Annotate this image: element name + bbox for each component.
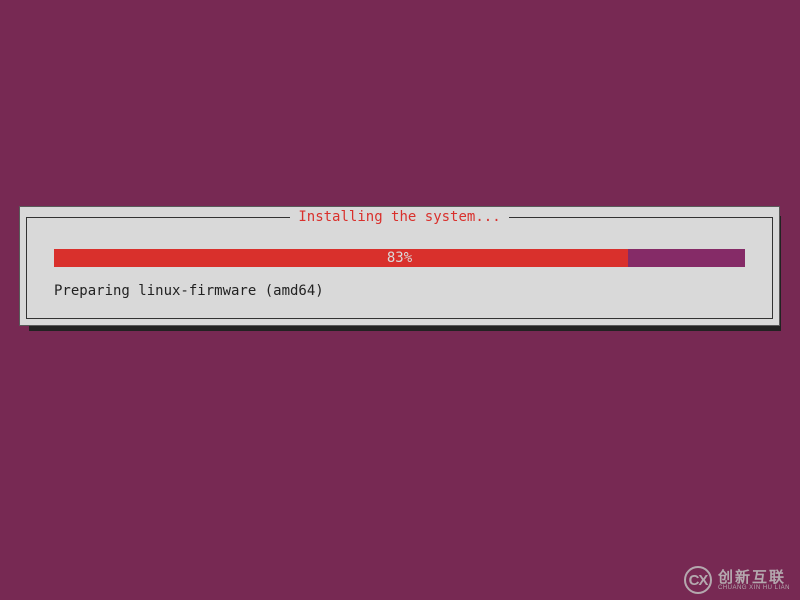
dialog-title-wrap: Installing the system... bbox=[20, 210, 779, 224]
watermark-main: 创新互联 bbox=[718, 570, 790, 585]
status-text: Preparing linux-firmware (amd64) bbox=[54, 283, 324, 299]
dialog-border bbox=[26, 217, 773, 319]
watermark-text: 创新互联 CHUANG XIN HU LIAN bbox=[718, 570, 790, 591]
progress-bar: 83% bbox=[54, 249, 745, 267]
progress-percent-label: 83% bbox=[54, 249, 745, 267]
watermark: CX 创新互联 CHUANG XIN HU LIAN bbox=[684, 566, 790, 594]
watermark-sub: CHUANG XIN HU LIAN bbox=[718, 585, 790, 591]
watermark-logo-icon: CX bbox=[684, 566, 712, 594]
install-dialog: Installing the system... 83% Preparing l… bbox=[19, 206, 780, 326]
dialog-title: Installing the system... bbox=[290, 210, 508, 224]
